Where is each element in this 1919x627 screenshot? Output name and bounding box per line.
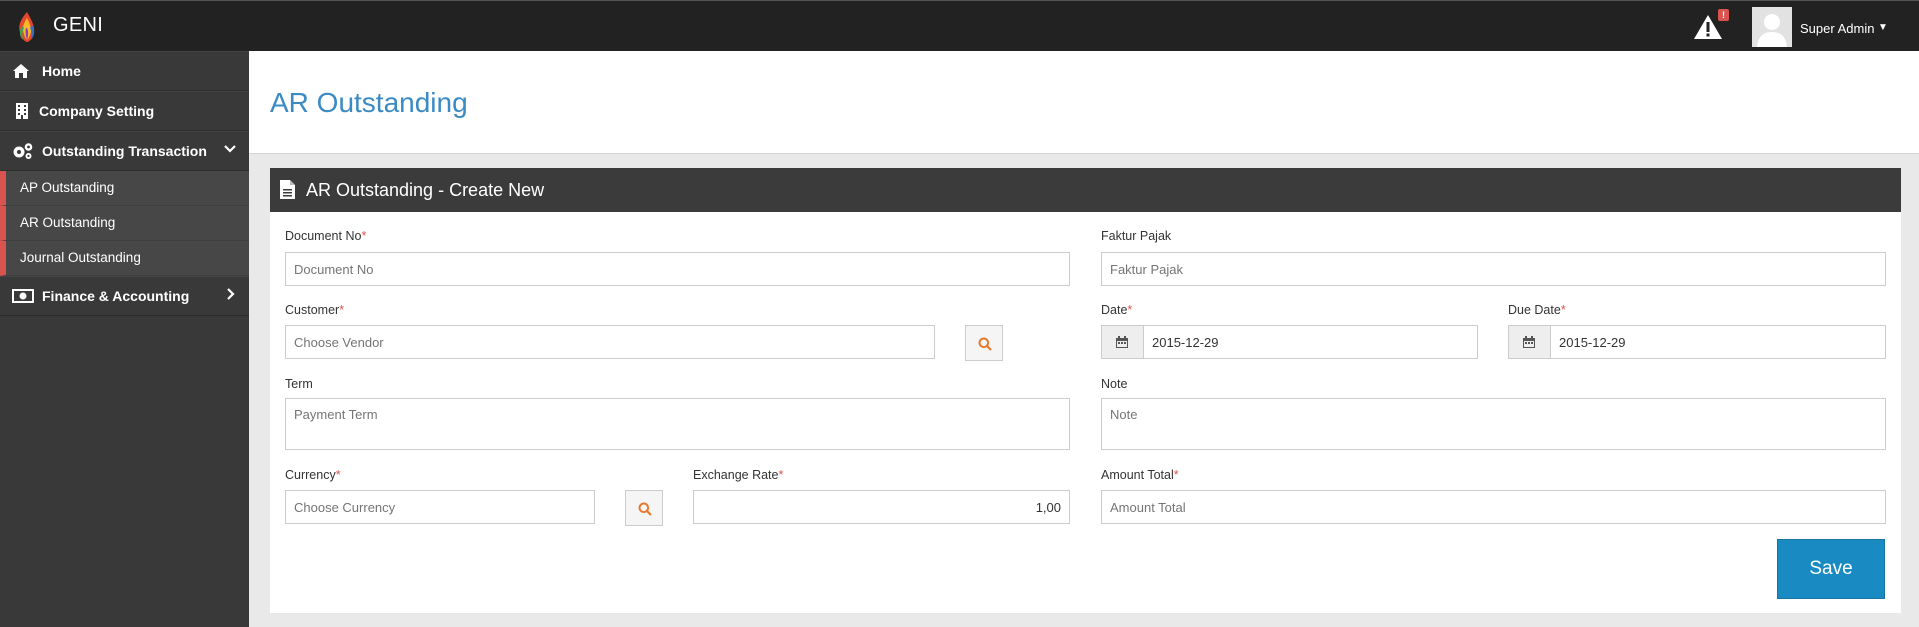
panel-title: AR Outstanding - Create New (306, 180, 545, 200)
sidebar-item-label: Finance & Accounting (42, 288, 190, 304)
due-date-calendar-addon[interactable] (1508, 325, 1550, 359)
calendar-icon (1523, 336, 1535, 348)
currency-label: Currency* (285, 468, 341, 482)
customer-input[interactable] (285, 325, 935, 359)
customer-label: Customer* (285, 303, 345, 317)
search-icon (638, 502, 652, 516)
sidebar-item-label: Company Setting (39, 103, 155, 119)
sidebar-item-home[interactable]: Home (0, 51, 249, 91)
sidebar-subitem-journal-outstanding[interactable]: Journal Outstanding (0, 241, 249, 276)
gears-icon (13, 143, 33, 159)
document-no-label: Document No* (285, 229, 367, 243)
currency-search-button[interactable] (625, 490, 663, 526)
chevron-right-icon (227, 288, 235, 300)
create-form-panel: AR Outstanding - Create New Document No*… (270, 168, 1901, 613)
term-label: Term (285, 377, 313, 391)
sidebar: Home Company Setting Outstanding Transac… (0, 51, 249, 627)
amount-total-input[interactable] (1101, 490, 1886, 524)
notification-badge: ! (1718, 9, 1729, 21)
date-input[interactable] (1143, 325, 1478, 359)
document-icon (280, 180, 295, 199)
page-title: AR Outstanding (270, 87, 468, 118)
sidebar-item-outstanding-transaction[interactable]: Outstanding Transaction (0, 131, 249, 171)
building-icon (16, 103, 28, 119)
caret-down-icon[interactable]: ▼ (1878, 22, 1888, 33)
sidebar-subitem-label: AR Outstanding (20, 215, 116, 230)
user-menu-name[interactable]: Super Admin (1800, 21, 1874, 36)
sidebar-subitem-label: AP Outstanding (20, 180, 115, 195)
document-no-input[interactable] (285, 252, 1070, 286)
sidebar-subitem-ar-outstanding[interactable]: AR Outstanding (0, 206, 249, 241)
panel-header: AR Outstanding - Create New (270, 168, 1901, 212)
sidebar-subitem-ap-outstanding[interactable]: AP Outstanding (0, 171, 249, 206)
sidebar-submenu: AP Outstanding AR Outstanding Journal Ou… (0, 171, 249, 276)
date-label: Date* (1101, 303, 1133, 317)
due-date-label: Due Date* (1508, 303, 1566, 317)
money-icon (12, 289, 34, 303)
note-label: Note (1101, 377, 1128, 391)
calendar-icon (1116, 336, 1128, 348)
exchange-rate-label: Exchange Rate* (693, 468, 784, 482)
top-navbar: GENI ! Super Admin ▼ (0, 0, 1919, 51)
page-header: AR Outstanding (249, 51, 1919, 154)
notifications-button[interactable]: ! (1693, 9, 1729, 41)
currency-input[interactable] (285, 490, 595, 524)
home-icon (13, 64, 29, 78)
date-calendar-addon[interactable] (1101, 325, 1143, 359)
sidebar-item-finance-accounting[interactable]: Finance & Accounting (0, 276, 249, 316)
app-brand[interactable]: GENI (53, 14, 103, 37)
term-textarea[interactable] (285, 398, 1070, 450)
exchange-rate-input[interactable] (693, 490, 1070, 524)
save-button[interactable]: Save (1777, 539, 1885, 599)
sidebar-item-company-setting[interactable]: Company Setting (0, 91, 249, 131)
sidebar-subitem-label: Journal Outstanding (20, 250, 141, 265)
chevron-down-icon (224, 145, 236, 153)
search-icon (978, 337, 992, 351)
user-silhouette-icon (1752, 7, 1792, 47)
customer-search-button[interactable] (965, 325, 1003, 361)
sidebar-item-label: Home (42, 63, 81, 79)
sidebar-item-label: Outstanding Transaction (42, 143, 207, 159)
avatar[interactable] (1752, 7, 1792, 47)
amount-total-label: Amount Total* (1101, 468, 1179, 482)
faktur-pajak-input[interactable] (1101, 252, 1886, 286)
faktur-pajak-label: Faktur Pajak (1101, 229, 1172, 243)
note-textarea[interactable] (1101, 398, 1886, 450)
due-date-input[interactable] (1550, 325, 1886, 359)
geni-logo-icon (19, 12, 35, 42)
